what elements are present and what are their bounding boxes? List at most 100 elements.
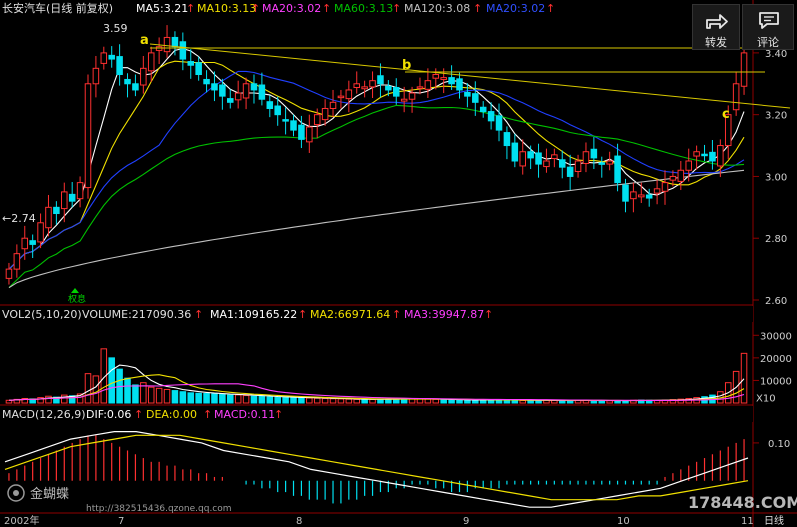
period-label: 日线 [764,514,784,527]
volume-bar [124,377,131,404]
macd-title: MACD(12,26,9) [2,408,86,421]
volume-bar [456,399,463,404]
ma120-readout: MA120:3.08 [404,2,470,15]
volume-bar [448,399,455,404]
volume-bar [298,397,305,404]
vol-up-arrow: ↑ [194,308,203,321]
dividend-marker-label: 权息 [68,293,86,305]
volume-bar [234,394,242,404]
volume-bar [179,391,187,404]
vol-ma1-readout: MA1:109165.22 [210,308,297,321]
volume-bar [92,375,100,404]
volume-header: VOL2(5,10,20) VOLUME:217090.36 ↑ MA1:109… [2,308,493,321]
ma60-up-arrow: ↑ [392,2,401,15]
volume-bar [155,387,163,404]
volume-multiplier: X10 [756,393,776,404]
macd-header: MACD(12,26,9) DIF:0.06 ↑ DEA:0.00 ↑ MACD… [2,408,283,421]
vol-ma3-readout: MA3:39947.87 [404,308,484,321]
volume-bar [313,397,321,404]
dea-up-arrow: ↑ [203,408,212,421]
price-tick-label: 3.20 [765,111,787,122]
candle [84,74,92,199]
volume-bar [282,396,289,404]
share-button[interactable]: 转发 [692,4,740,50]
logo-text: 金蝴蝶 [30,486,69,502]
volume-bar [187,392,195,404]
price-header: 长安汽车(日线 前复权) MA5:3.21 ↑ MA10:3.13 ↑ MA20… [2,1,555,15]
vol-title: VOL2(5,10,20) [2,308,82,321]
volume-bar [424,398,432,404]
ma10-up-arrow: ↑ [251,2,260,15]
share-icon [706,14,728,29]
point-b-label: b [402,58,411,73]
volume-bar [45,395,52,404]
vol-ma2-up-arrow: ↑ [392,308,401,321]
low-price-label: ←2.74 [2,212,36,225]
stock-title: 长安汽车(日线 前复权) [2,1,113,15]
x-axis-year: 2002年 [4,514,39,527]
volume-bar [527,400,534,404]
volume-tick-label: 30000 [760,331,792,342]
x-axis-month-9: 9 [463,516,469,527]
volume-bar [503,399,511,404]
volume-bar [258,395,266,404]
volume-bar [464,399,471,404]
macd-dea-readout: DEA:0.00 [146,408,197,421]
volume-bar [566,400,574,404]
volume-bar [171,390,179,404]
site-watermark: 178448.COM [688,493,797,512]
volume-bar [147,386,155,404]
point-c-label: c [722,107,730,122]
comment-button[interactable]: 评论 [742,4,794,50]
volume-bar [242,395,250,404]
stock-chart: 3.403.203.002.802.60 300002000010000X10 … [0,0,797,527]
volume-bar [219,393,226,404]
ma120-up-arrow: ↑ [473,2,482,15]
ma20-readout: MA20:3.02 [262,2,321,15]
volume-bar [511,399,519,404]
volume-bar [321,397,329,404]
volume-bar [84,373,92,404]
price-tick-label: 3.00 [765,172,787,183]
volume-bar [369,398,376,404]
vol-ma3-up-arrow: ↑ [484,308,493,321]
x-axis-month-7: 7 [118,516,124,527]
price-tick-label: 2.60 [765,296,787,307]
price-tick-label: 3.40 [765,49,787,60]
price-tick-label: 2.80 [765,234,787,245]
volume-bar [606,400,613,404]
point-a-label: a [140,33,149,48]
volume-bar [519,400,526,404]
volume-bar [440,399,447,404]
volume-bar [250,395,258,404]
volume-bar [274,396,281,404]
volume-bar [211,393,218,404]
vol-ma1-up-arrow: ↑ [298,308,307,321]
comment-icon [759,12,779,29]
ma10-readout: MA10:3.13 [197,2,256,15]
comment-label: 评论 [757,36,779,49]
macd-tick-label: 0.10 [768,439,790,450]
dif-up-arrow: ↑ [134,408,143,421]
volume-bar [558,400,566,404]
ma60-readout: MA60:3.13 [334,2,393,15]
volume-bar [290,397,297,404]
volume-bar [61,394,68,404]
volume-bar [337,398,345,404]
x-axis-month-10: 10 [617,516,630,527]
volume-bar [345,398,353,404]
volume-bar [329,398,337,404]
ma250-readout: MA20:3.02 [486,2,545,15]
volume-bar [108,357,115,404]
qq-watermark: http://382515436.qzone.qq.com [86,504,232,514]
volume-tick-label: 10000 [760,376,792,387]
volume-bar [361,399,368,404]
ma5-readout: MA5:3.21 [136,2,188,15]
ma250-up-arrow: ↑ [546,2,555,15]
x-axis-month-11: 11 [741,516,754,527]
vol-ma2-readout: MA2:66971.64 [310,308,390,321]
volume-bar [353,398,361,404]
volume-bar [195,392,202,404]
volume-bar [203,393,210,404]
high-price-label: 3.59 [103,22,128,35]
